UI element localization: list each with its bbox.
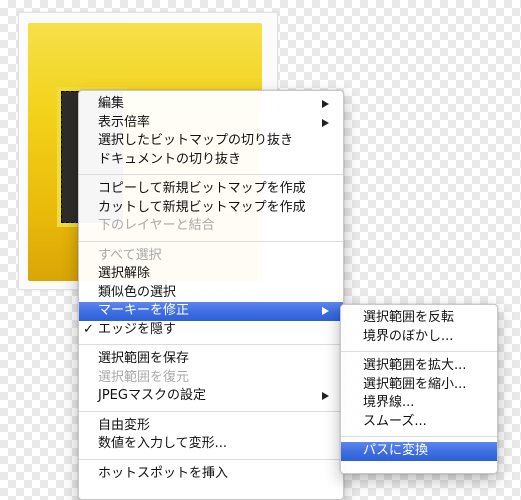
menu-separator — [79, 174, 343, 175]
menu-item-label: エッジを隠す — [98, 321, 177, 337]
menu-item-label: 下のレイヤーと結合 — [98, 218, 215, 233]
menu-item-label: 自由変形 — [98, 417, 151, 433]
modify-marquee-submenu: 選択範囲を反転 境界のぼかし... 選択範囲を拡大... 選択範囲を縮小... … — [340, 304, 498, 474]
menu-item-zoom[interactable]: 表示倍率 — [79, 114, 343, 133]
menu-item-label: 境界線... — [363, 395, 415, 410]
submenu-item-contract-selection[interactable]: 選択範囲を縮小... — [341, 376, 497, 395]
menu-item-deselect[interactable]: 選択解除 — [79, 265, 343, 284]
submenu-item-convert-to-path[interactable]: パスに変換 — [341, 442, 497, 461]
menu-item-label: 類似色の選択 — [98, 284, 177, 300]
menu-item-label: パスに変換 — [363, 443, 429, 458]
menu-item-restore-selection: 選択範囲を復元 — [79, 369, 343, 388]
menu-item-label: ドキュメントの切り抜き — [98, 151, 242, 167]
menu-item-label: 編集 — [98, 96, 125, 111]
context-menu: 編集 表示倍率 選択したビットマップの切り抜き ドキュメントの切り抜き コピーし… — [78, 90, 344, 500]
menu-item-merge-down: 下のレイヤーと結合 — [79, 217, 343, 236]
menu-item-numeric-transform[interactable]: 数値を入力して変形... — [79, 435, 343, 454]
menu-separator — [79, 240, 343, 242]
menu-item-label: カットして新規ビットマップを作成 — [98, 199, 306, 215]
menu-separator — [79, 344, 343, 345]
menu-separator — [79, 458, 343, 460]
menu-item-copy-new-bitmap[interactable]: コピーして新規ビットマップを作成 — [79, 180, 343, 199]
menu-item-label: マーキーを修正 — [98, 303, 190, 318]
menu-item-select-all: すべて選択 — [79, 247, 343, 266]
submenu-arrow-icon — [322, 307, 329, 315]
menu-item-label: 表示倍率 — [98, 114, 151, 130]
submenu-item-invert-selection[interactable]: 選択範囲を反転 — [341, 309, 497, 328]
menu-item-label: コピーして新規ビットマップを作成 — [98, 181, 306, 196]
menu-item-label: 選択範囲を拡大... — [363, 358, 467, 373]
menu-item-label: 選択範囲を保存 — [98, 351, 190, 366]
submenu-item-feather[interactable]: 境界のぼかし... — [341, 328, 497, 347]
menu-item-save-selection[interactable]: 選択範囲を保存 — [79, 350, 343, 369]
menu-item-hide-edges[interactable]: ✓ エッジを隠す — [79, 321, 343, 340]
submenu-item-smooth[interactable]: スムーズ... — [341, 413, 497, 432]
menu-item-edit[interactable]: 編集 — [79, 95, 343, 114]
menu-separator — [79, 410, 343, 412]
submenu-arrow-icon — [322, 392, 329, 400]
menu-item-label: 選択範囲を反転 — [363, 310, 455, 325]
menu-item-cut-new-bitmap[interactable]: カットして新規ビットマップを作成 — [79, 199, 343, 218]
menu-item-label: 選択範囲を復元 — [98, 369, 190, 385]
menu-item-label: すべて選択 — [98, 247, 162, 263]
menu-separator — [341, 351, 497, 352]
menu-item-label: 選択解除 — [98, 266, 151, 281]
menu-item-label: 境界のぼかし... — [363, 328, 454, 344]
menu-item-label: 数値を入力して変形... — [98, 436, 228, 451]
menu-separator — [341, 436, 497, 437]
menu-item-crop-document[interactable]: ドキュメントの切り抜き — [79, 151, 343, 170]
submenu-item-border[interactable]: 境界線... — [341, 394, 497, 413]
menu-item-label: 選択範囲を縮小... — [363, 376, 467, 392]
menu-item-label: JPEGマスクの設定 — [98, 388, 206, 403]
menu-item-label: 選択したビットマップの切り抜き — [98, 133, 294, 148]
menu-item-modify-marquee[interactable]: マーキーを修正 — [79, 302, 343, 321]
menu-item-label: スムーズ... — [363, 413, 427, 429]
submenu-item-expand-selection[interactable]: 選択範囲を拡大... — [341, 357, 497, 376]
checkmark-icon: ✓ — [83, 321, 94, 337]
menu-item-select-similar[interactable]: 類似色の選択 — [79, 284, 343, 303]
submenu-arrow-icon — [322, 100, 329, 108]
menu-item-crop-selected-bitmap[interactable]: 選択したビットマップの切り抜き — [79, 132, 343, 151]
submenu-arrow-icon — [322, 118, 329, 127]
menu-item-free-transform[interactable]: 自由変形 — [79, 417, 343, 436]
menu-item-jpeg-mask[interactable]: JPEGマスクの設定 — [79, 387, 343, 406]
menu-item-label: ホットスポットを挿入 — [98, 465, 229, 481]
menu-item-insert-hotspot[interactable]: ホットスポットを挿入 — [79, 465, 343, 484]
